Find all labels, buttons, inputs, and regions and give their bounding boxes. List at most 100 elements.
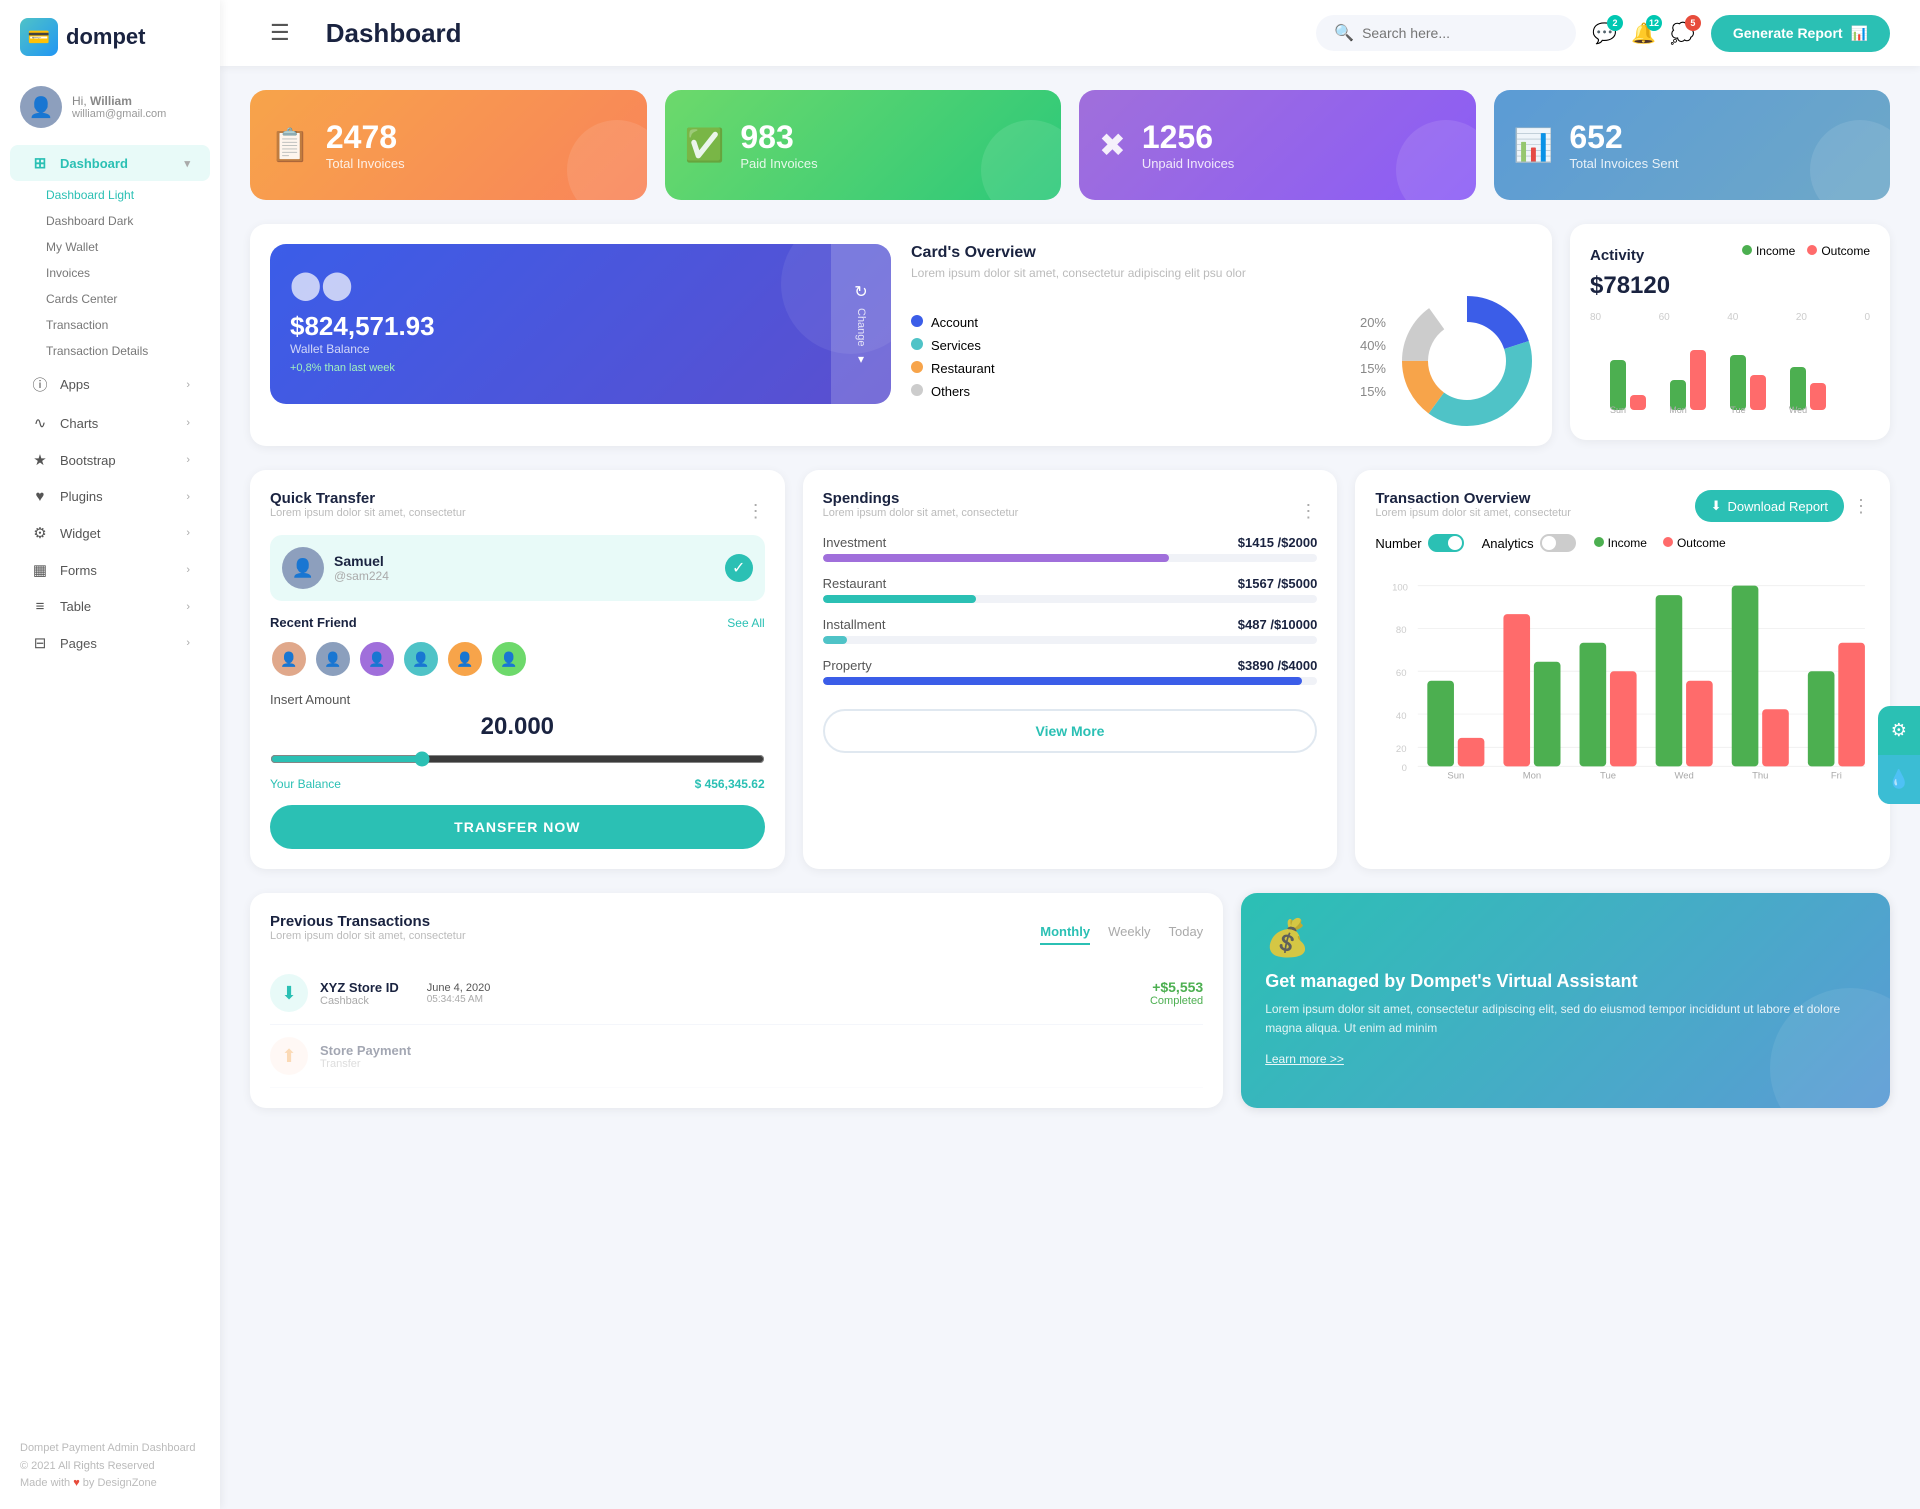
sub-dashboard-light[interactable]: Dashboard Light bbox=[36, 182, 220, 208]
transaction-overview-panel: Transaction Overview Lorem ipsum dolor s… bbox=[1355, 470, 1890, 869]
sidebar-item-charts[interactable]: ∿ Charts › bbox=[10, 405, 210, 441]
balance-label: Your Balance bbox=[270, 777, 341, 791]
user-section: 👤 Hi, William william@gmail.com bbox=[0, 74, 220, 136]
spending-label-investment: Investment bbox=[823, 535, 887, 550]
apps-icon: ⓘ bbox=[30, 374, 50, 395]
download-btn-label: Download Report bbox=[1728, 499, 1828, 514]
quick-transfer-menu-icon[interactable]: ⋮ bbox=[747, 501, 765, 522]
chat-badge: 2 bbox=[1607, 15, 1623, 31]
generate-report-button[interactable]: Generate Report 📊 bbox=[1711, 15, 1890, 52]
va-icon: 💰 bbox=[1265, 917, 1866, 959]
svg-text:100: 100 bbox=[1392, 582, 1408, 593]
paid-icon: ✅ bbox=[685, 126, 725, 164]
tx-sub-2: Transfer bbox=[320, 1058, 411, 1070]
sidebar-item-widget[interactable]: ⚙ Widget › bbox=[10, 515, 210, 551]
user-greeting: Hi, William bbox=[72, 94, 166, 108]
sub-transaction-details[interactable]: Transaction Details bbox=[36, 338, 220, 364]
search-box: 🔍 bbox=[1316, 15, 1576, 51]
spendings-menu-icon[interactable]: ⋮ bbox=[1299, 501, 1317, 522]
friends-avatars: 👤 👤 👤 👤 👤 👤 bbox=[270, 640, 765, 678]
sidebar-item-label: Table bbox=[60, 599, 91, 614]
pages-icon: ⊟ bbox=[30, 634, 50, 652]
friend-avatar-5[interactable]: 👤 bbox=[446, 640, 484, 678]
activity-panel: Activity Income Outcome $78120 806040200 bbox=[1570, 224, 1890, 440]
tab-weekly[interactable]: Weekly bbox=[1108, 924, 1150, 945]
balance-val: $ 456,345.62 bbox=[695, 777, 765, 791]
tx-name-2: Store Payment bbox=[320, 1043, 411, 1058]
svg-text:0: 0 bbox=[1402, 763, 1407, 774]
wallet-change-button[interactable]: ↻ Change ▾ bbox=[831, 244, 891, 404]
water-button[interactable]: 💧 bbox=[1878, 755, 1920, 804]
outcome-dot bbox=[1807, 245, 1817, 255]
wallet-overview-panel: ⬤⬤ $824,571.93 Wallet Balance +0,8% than… bbox=[250, 224, 1552, 446]
transfer-now-button[interactable]: TRANSFER NOW bbox=[270, 805, 765, 849]
friend-avatar-3[interactable]: 👤 bbox=[358, 640, 396, 678]
see-all-link[interactable]: See All bbox=[727, 616, 764, 630]
toggle-analytics[interactable] bbox=[1540, 534, 1576, 552]
msg-icon-btn[interactable]: 💭 5 bbox=[1670, 21, 1695, 46]
sidebar-item-label: Forms bbox=[60, 563, 97, 578]
table-row: ⬆ Store Payment Transfer bbox=[270, 1025, 1203, 1088]
sidebar-item-pages[interactable]: ⊟ Pages › bbox=[10, 625, 210, 661]
chevron-down-icon: ▾ bbox=[858, 352, 864, 366]
tp-menu-icon[interactable]: ⋮ bbox=[1852, 496, 1870, 517]
sub-dashboard-dark[interactable]: Dashboard Dark bbox=[36, 208, 220, 234]
tab-monthly[interactable]: Monthly bbox=[1040, 924, 1090, 945]
refresh-icon: ↻ bbox=[854, 282, 867, 302]
sidebar-item-table[interactable]: ≡ Table › bbox=[10, 589, 210, 624]
activity-amount: $78120 bbox=[1590, 272, 1870, 300]
bell-badge: 12 bbox=[1646, 15, 1662, 31]
sidebar-item-forms[interactable]: ▦ Forms › bbox=[10, 552, 210, 588]
bar-chart-icon: 📊 bbox=[1851, 25, 1868, 42]
bell-icon-btn[interactable]: 🔔 12 bbox=[1631, 21, 1656, 46]
toggle-number[interactable] bbox=[1428, 534, 1464, 552]
settings-button[interactable]: ⚙ bbox=[1878, 706, 1920, 755]
friend-avatar-4[interactable]: 👤 bbox=[402, 640, 440, 678]
chat-icon-btn[interactable]: 💬 2 bbox=[1592, 21, 1617, 46]
pt-header: Previous Transactions Lorem ipsum dolor … bbox=[270, 913, 1203, 956]
sidebar-item-dashboard[interactable]: ⊞ Dashboard ▾ bbox=[10, 145, 210, 181]
search-input[interactable] bbox=[1362, 25, 1522, 41]
amount-slider[interactable] bbox=[270, 751, 765, 767]
contact-check-icon: ✓ bbox=[725, 554, 753, 582]
download-report-button[interactable]: ⬇ Download Report bbox=[1695, 490, 1844, 522]
quick-transfer-panel: Quick Transfer Lorem ipsum dolor sit ame… bbox=[250, 470, 785, 869]
stat-cards-row: 📋 2478 Total Invoices ✅ 983 Paid Invoice… bbox=[250, 90, 1890, 200]
friend-avatar-1[interactable]: 👤 bbox=[270, 640, 308, 678]
spending-item-property: Property $3890 /$4000 bbox=[823, 658, 1318, 685]
sidebar-item-apps[interactable]: ⓘ Apps › bbox=[10, 365, 210, 404]
svg-text:80: 80 bbox=[1396, 625, 1407, 636]
sub-my-wallet[interactable]: My Wallet bbox=[36, 234, 220, 260]
view-more-button[interactable]: View More bbox=[823, 709, 1318, 753]
friend-avatar-6[interactable]: 👤 bbox=[490, 640, 528, 678]
chevron-right-icon: › bbox=[186, 417, 190, 429]
stat-card-paid-invoices: ✅ 983 Paid Invoices bbox=[665, 90, 1062, 200]
dashboard-submenu: Dashboard Light Dashboard Dark My Wallet… bbox=[0, 182, 220, 364]
va-title: Get managed by Dompet's Virtual Assistan… bbox=[1265, 971, 1866, 992]
co-row-restaurant: Restaurant 15% bbox=[911, 361, 1386, 376]
sub-cards-center[interactable]: Cards Center bbox=[36, 286, 220, 312]
sidebar-item-label: Apps bbox=[60, 377, 90, 392]
sidebar-item-plugins[interactable]: ♥ Plugins › bbox=[10, 479, 210, 514]
sub-transaction[interactable]: Transaction bbox=[36, 312, 220, 338]
spending-bar-installment bbox=[823, 636, 848, 644]
activity-legend: Income Outcome bbox=[1742, 244, 1870, 258]
contact-handle: @sam224 bbox=[334, 569, 389, 583]
msg-badge: 5 bbox=[1685, 15, 1701, 31]
va-learn-more-link[interactable]: Learn more >> bbox=[1265, 1052, 1344, 1066]
spending-bar-investment bbox=[823, 554, 1169, 562]
sidebar-item-bootstrap[interactable]: ★ Bootstrap › bbox=[10, 442, 210, 478]
hamburger-icon[interactable]: ☰ bbox=[250, 10, 310, 56]
friend-avatar-2[interactable]: 👤 bbox=[314, 640, 352, 678]
spending-bar-restaurant bbox=[823, 595, 976, 603]
quick-transfer-title: Quick Transfer bbox=[270, 490, 466, 507]
spending-label-property: Property bbox=[823, 658, 872, 673]
content-area: 📋 2478 Total Invoices ✅ 983 Paid Invoice… bbox=[220, 66, 1920, 1509]
card-overview: Card's Overview Lorem ipsum dolor sit am… bbox=[911, 244, 1532, 426]
tp-header: Transaction Overview Lorem ipsum dolor s… bbox=[1375, 490, 1870, 522]
chevron-right-icon: › bbox=[186, 379, 190, 391]
paid-invoices-num: 983 bbox=[740, 119, 817, 156]
tab-today[interactable]: Today bbox=[1168, 924, 1203, 945]
tp-legend: Income Outcome bbox=[1594, 536, 1726, 550]
sub-invoices[interactable]: Invoices bbox=[36, 260, 220, 286]
